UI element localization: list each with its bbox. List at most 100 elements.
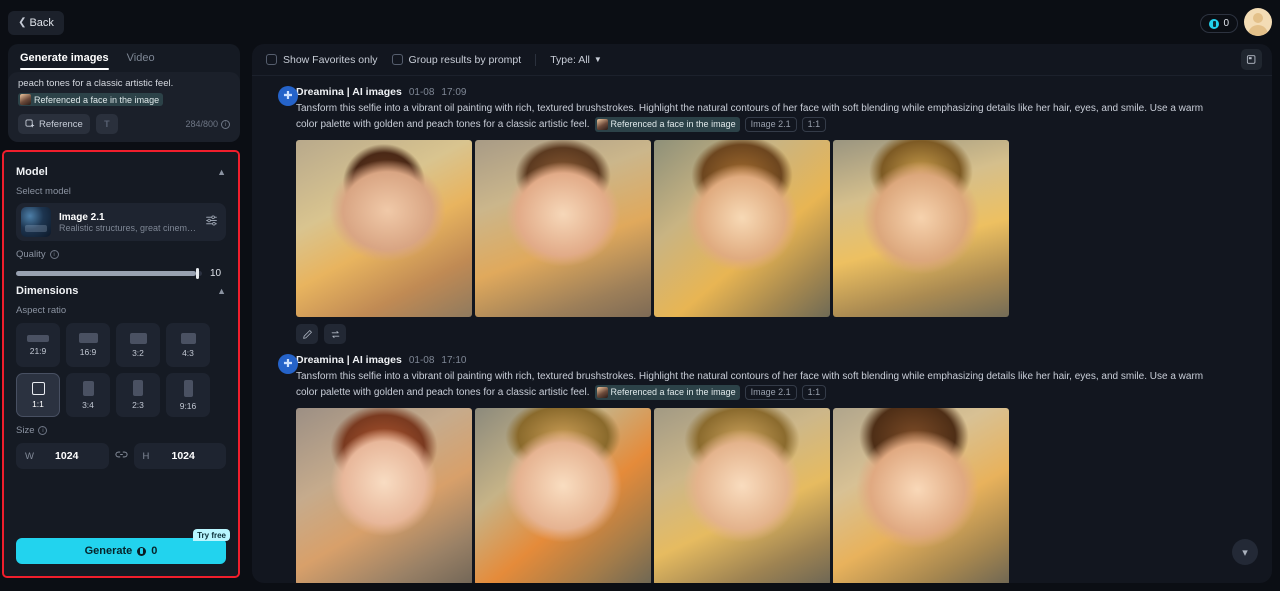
back-button[interactable]: ❮ Back (8, 11, 64, 35)
aspect-ratio-21-9[interactable]: 21:9 (16, 323, 60, 367)
model-section-title: Model (16, 166, 48, 178)
result-image[interactable] (296, 408, 472, 583)
generate-label: Generate (84, 545, 133, 557)
reference-button-label: Reference (39, 118, 83, 130)
result-date: 01-08 (408, 86, 435, 98)
link-icon[interactable] (115, 449, 128, 463)
quality-label: Quality i (16, 249, 226, 260)
reference-button[interactable]: Reference (18, 114, 90, 134)
result-ratio-chip: 1:1 (801, 384, 827, 400)
info-icon[interactable]: i (221, 119, 230, 129)
generate-wrapper: Generate 0 Try free (16, 529, 230, 564)
results-feed[interactable]: ✚ Dreamina | AI images 01-08 17:09 Tansform … (252, 76, 1272, 583)
quality-slider-knob[interactable] (196, 268, 200, 279)
width-input[interactable]: W 1024 (16, 443, 109, 469)
generate-button[interactable]: Generate 0 (16, 538, 226, 564)
height-input[interactable]: H 1024 (133, 443, 226, 469)
aspect-ratio-4-3[interactable]: 4:3 (166, 323, 210, 367)
result-image[interactable] (833, 140, 1009, 318)
model-section-header[interactable]: Model ▲ (16, 166, 226, 178)
result-actions (266, 324, 1258, 345)
prompt-input-card[interactable]: peach tones for a classic artistic feel.… (8, 72, 240, 142)
result-image[interactable] (296, 140, 472, 318)
model-card[interactable]: Image 2.1 Realistic structures, great ci… (16, 203, 226, 241)
ratio-label: 3:4 (82, 399, 94, 410)
sliders-icon[interactable] (205, 214, 218, 230)
edit-button[interactable] (296, 324, 318, 345)
quality-slider-fill (16, 271, 197, 276)
type-filter-dropdown[interactable]: Type: All ▼ (550, 54, 602, 66)
reference-thumbnail-icon (596, 386, 608, 398)
chevron-up-icon[interactable]: ▲ (217, 167, 226, 177)
gallery-view-button[interactable] (1241, 49, 1262, 70)
aspect-ratio-1-1[interactable]: 1:1 (16, 373, 60, 417)
result-image[interactable] (654, 140, 830, 318)
result-image[interactable] (654, 408, 830, 583)
height-key: H (142, 450, 150, 462)
try-free-badge[interactable]: Try free (193, 529, 230, 541)
checkbox-icon[interactable] (391, 54, 403, 65)
checkbox-icon[interactable] (266, 54, 277, 65)
info-icon[interactable]: i (49, 250, 59, 259)
show-favorites-checkbox[interactable]: Show Favorites only (266, 54, 378, 66)
result-image[interactable] (475, 408, 651, 583)
info-icon[interactable]: i (38, 426, 48, 435)
chevron-up-icon[interactable]: ▲ (217, 286, 226, 296)
tab-video-label: Video (126, 52, 155, 64)
select-model-text: Select model (16, 186, 71, 197)
ratio-label: 21:9 (29, 345, 47, 356)
credits-badge[interactable]: 0 (1200, 14, 1238, 33)
result-header: Dreamina | AI images 01-08 17:09 (266, 86, 1258, 98)
aspect-ratio-3-2[interactable]: 3:2 (116, 323, 160, 367)
group-by-prompt-checkbox[interactable]: Group results by prompt (391, 53, 522, 66)
result-item: ✚ Dreamina | AI images 01-08 17:10 Tansform … (266, 344, 1258, 583)
width-key: W (25, 450, 34, 462)
regenerate-button[interactable] (324, 324, 346, 345)
reference-chip[interactable]: Referenced a face in the image (18, 93, 164, 107)
avatar[interactable] (1244, 8, 1272, 36)
panel-tabs: Generate images Video (8, 44, 240, 70)
dreamina-logo-icon: ✚ (278, 86, 298, 106)
aspect-ratio-3-4[interactable]: 3:4 (66, 373, 110, 417)
text-style-button[interactable]: T (95, 114, 118, 134)
settings-panel: Model ▲ Select model Image 2.1 Realistic… (4, 152, 238, 576)
result-prompt: Tansform this selfie into a vibrant oil … (266, 370, 1226, 400)
scroll-down-button[interactable]: ▾ (1232, 539, 1258, 565)
app-root: ❮ Back Generate images Video peach tones… (0, 0, 1280, 591)
model-thumbnail (21, 207, 51, 237)
tab-generate-images[interactable]: Generate images (20, 52, 109, 70)
aspect-ratio-9-16[interactable]: 9:16 (166, 373, 210, 417)
ratio-shape-icon (133, 380, 143, 396)
result-image[interactable] (475, 140, 651, 318)
type-filter-label: Type: All (550, 53, 590, 66)
aspect-ratio-2-3[interactable]: 2:3 (116, 373, 160, 417)
prompt-toolbar: Reference T 284/800 i (18, 114, 230, 134)
result-author: Dreamina | AI images (296, 354, 402, 367)
quality-slider[interactable]: 10 (16, 268, 226, 279)
result-reference-chip: Referenced a face in the image (594, 384, 740, 400)
show-favorites-label: Show Favorites only (283, 53, 378, 66)
ratio-label: 3:2 (132, 347, 144, 358)
result-image[interactable] (833, 408, 1009, 583)
tab-video[interactable]: Video (127, 52, 155, 70)
ratio-label: 2:3 (132, 400, 144, 410)
group-by-prompt-label: Group results by prompt (408, 53, 522, 66)
reference-thumbnail-icon (20, 94, 31, 106)
result-image-row (266, 140, 1258, 318)
ratio-label: 9:16 (179, 400, 197, 411)
result-time: 17:10 (441, 354, 467, 366)
aspect-ratio-label-text: Aspect ratio (16, 305, 67, 316)
char-counter-value: 284/800 (185, 119, 218, 129)
dimensions-section-header[interactable]: Dimensions ▲ (16, 285, 226, 297)
ratio-shape-icon (183, 379, 193, 397)
aspect-ratio-16-9[interactable]: 16:9 (66, 323, 110, 367)
ratio-shape-icon (78, 333, 98, 343)
ratio-shape-icon (129, 332, 147, 344)
quality-slider-track[interactable] (16, 268, 202, 279)
gallery-icon (1246, 55, 1256, 64)
chevron-left-icon: ❮ (18, 17, 27, 28)
aspect-ratio-grid: 21:9 16:9 3:2 4:3 1:1 3:4 2:3 9:16 (16, 323, 226, 417)
generate-cost: 0 (151, 545, 158, 557)
swap-arrows-icon (331, 330, 339, 338)
prompt-text: peach tones for a classic artistic feel. (18, 78, 174, 89)
